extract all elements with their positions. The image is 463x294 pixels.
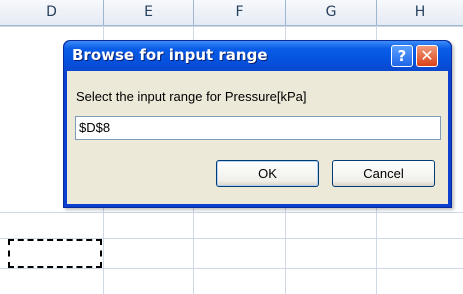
column-header-e[interactable]: E — [104, 0, 194, 25]
column-header-g[interactable]: G — [286, 0, 377, 25]
dialog-body: Select the input range for Pressure[kPa]… — [67, 71, 448, 204]
dialog-title: Browse for input range — [72, 46, 268, 64]
close-icon[interactable]: ✕ — [416, 45, 438, 67]
help-icon[interactable]: ? — [391, 45, 413, 67]
gridline — [0, 268, 463, 269]
dialog-titlebar[interactable]: Browse for input range ? ✕ — [64, 41, 451, 71]
gridline — [0, 212, 463, 213]
copy-marquee-selection — [8, 239, 102, 268]
range-prompt-label: Select the input range for Pressure[kPa] — [76, 89, 307, 104]
range-input[interactable]: $D$8 — [75, 116, 441, 140]
cancel-button[interactable]: Cancel — [332, 160, 435, 187]
ok-button[interactable]: OK — [216, 160, 319, 187]
column-header-row: D E F G H — [0, 0, 463, 26]
browse-range-dialog: Browse for input range ? ✕ Select the in… — [63, 40, 452, 208]
column-header-f[interactable]: F — [194, 0, 286, 25]
gridline — [0, 26, 463, 27]
column-header-h[interactable]: H — [377, 0, 463, 25]
column-header-d[interactable]: D — [0, 0, 104, 25]
